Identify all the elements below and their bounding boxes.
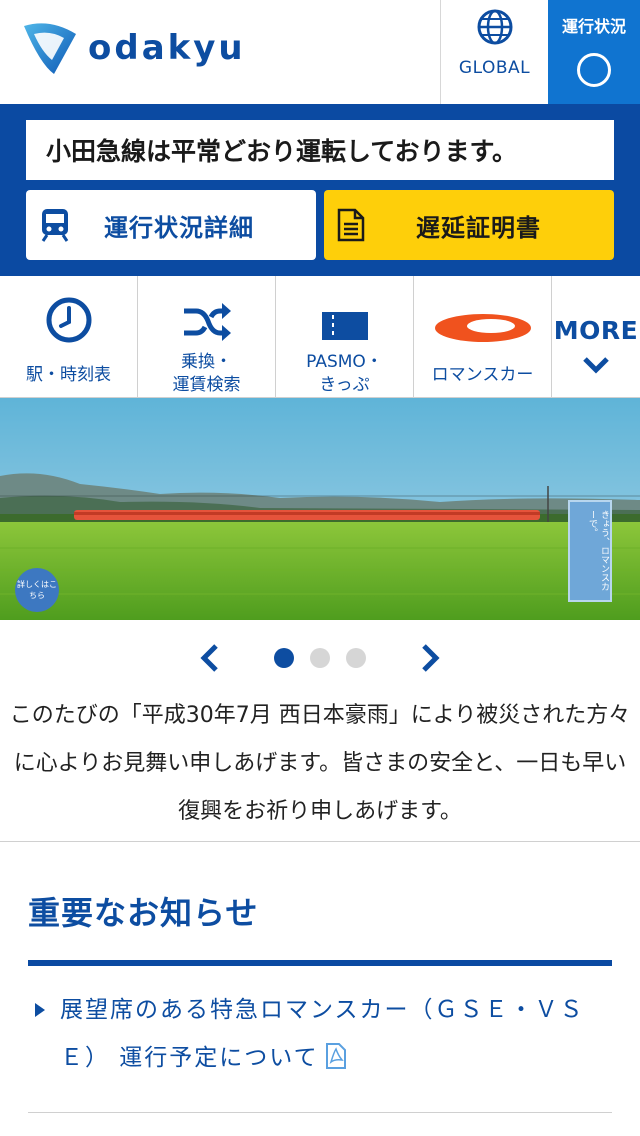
carousel-dot-2[interactable] (310, 648, 330, 668)
nav-transfer-label-1: 乗換・ (181, 352, 232, 372)
hero-banner[interactable]: 詳しくはこちら きょう、ロマンスカーで。 (0, 398, 640, 620)
clock-icon (46, 297, 91, 343)
notice-item[interactable]: 展望席のある特急ロマンスカー（ＧＳＥ・ＶＳＥ） 運行予定について (28, 986, 612, 1086)
nav-transfer-search[interactable]: 乗換・ 運賃検索 (138, 276, 276, 397)
train-icon (41, 209, 69, 242)
carousel-dot-1[interactable] (274, 648, 294, 668)
pdf-icon (325, 1043, 346, 1069)
carousel-dot-3[interactable] (346, 648, 366, 668)
quick-nav: 駅・時刻表 乗換・ 運賃検索 PASMO・ きっぷ ロマンスカー MORE (0, 276, 640, 398)
nav-station-timetable-label: 駅・時刻表 (26, 365, 111, 385)
nav-station-timetable[interactable]: 駅・時刻表 (0, 276, 138, 397)
nav-pasmo-ticket[interactable]: PASMO・ きっぷ (276, 276, 414, 397)
delay-certificate-label: 遅延証明書 (416, 213, 541, 242)
nav-pasmo-label-2: きっぷ (319, 375, 370, 395)
operation-detail-button[interactable]: 運行状況詳細 (26, 190, 316, 260)
shuffle-icon (183, 303, 231, 341)
carousel-prev-button[interactable] (192, 640, 228, 676)
chevron-left-icon (200, 644, 218, 672)
notice-divider (28, 960, 612, 966)
nav-more-button[interactable]: MORE (552, 276, 640, 397)
carousel-controls (0, 628, 640, 688)
odakyu-logo[interactable]: odakyu (20, 18, 260, 78)
logo-wordmark: odakyu (88, 28, 246, 68)
carousel-next-button[interactable] (412, 640, 448, 676)
banner-image (0, 398, 640, 620)
operation-status-panel: 小田急線は平常どおり運転しております。 運行状況詳細 遅延証明書 (0, 104, 640, 276)
site-header: odakyu GLOBAL 運行状況 (0, 0, 640, 104)
important-notice-title: 重要なお知らせ (28, 894, 259, 932)
operation-message: 小田急線は平常どおり運転しております。 (26, 120, 614, 180)
banner-detail-badge[interactable]: 詳しくはこちら (15, 568, 59, 612)
nav-pasmo-label-1: PASMO・ (306, 352, 383, 372)
caret-right-icon (35, 1003, 45, 1017)
globe-icon (477, 9, 512, 45)
global-label: GLOBAL (458, 58, 531, 78)
nav-romancecar-label: ロマンスカー (431, 365, 534, 385)
document-icon (337, 208, 365, 242)
nav-romancecar[interactable]: ロマンスカー (414, 276, 552, 397)
notice-bottom-divider (28, 1112, 612, 1113)
notice-item-text: 展望席のある特急ロマンスカー（ＧＳＥ・ＶＳＥ） 運行予定について (60, 997, 585, 1071)
nav-transfer-label-2: 運賃検索 (172, 375, 241, 395)
chevron-down-icon (583, 357, 609, 374)
odakyu-logo-mark-icon (24, 23, 76, 74)
condolence-message: このたびの「平成30年7月 西日本豪雨」により被災された方々に心よりお見舞い申し… (0, 692, 640, 842)
operation-detail-label: 運行状況詳細 (104, 213, 254, 242)
delay-certificate-button[interactable]: 遅延証明書 (324, 190, 614, 260)
chevron-right-icon (422, 644, 440, 672)
status-ring-icon (577, 53, 611, 87)
status-button[interactable]: 運行状況 (548, 0, 640, 104)
banner-tagline: きょう、ロマンスカーで。 (568, 500, 612, 602)
ticket-icon (321, 312, 368, 340)
romancecar-icon (434, 314, 531, 342)
nav-more-label: MORE (553, 316, 639, 345)
status-label: 運行状況 (561, 17, 626, 36)
global-button[interactable]: GLOBAL (440, 0, 548, 104)
